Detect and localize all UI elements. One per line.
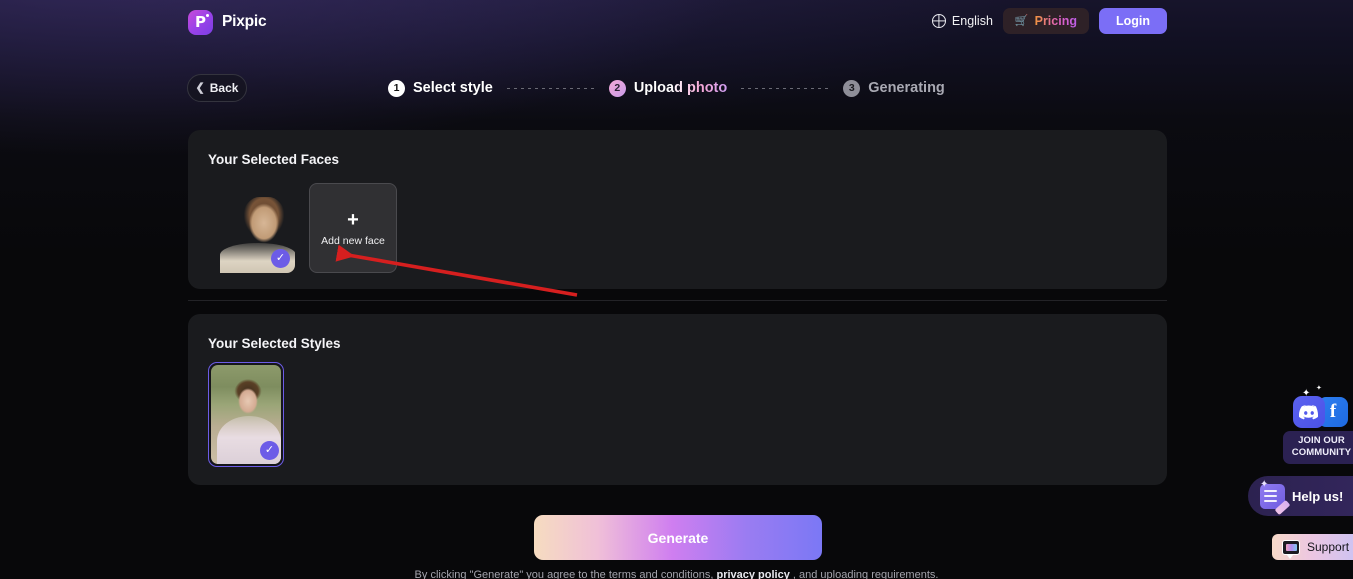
faces-panel-title: Your Selected Faces [208, 152, 340, 167]
step-select-style[interactable]: 1 Select style [388, 79, 493, 97]
support-widget[interactable]: Support [1272, 534, 1353, 560]
language-selector[interactable]: English [931, 14, 993, 28]
globe-icon [931, 14, 946, 28]
check-icon: ✓ [260, 441, 279, 460]
step-connector-2 [741, 87, 830, 89]
header-actions: English 🛒 Pricing Login [931, 8, 1167, 34]
support-label: Support [1307, 540, 1350, 554]
selected-faces-panel: Your Selected Faces ✓ + Add new face [188, 130, 1167, 289]
selected-style-thumbnail[interactable]: ✓ [208, 362, 284, 467]
step-1-label: Select style [413, 80, 493, 96]
chevron-left-icon: ❮ [195, 81, 205, 94]
help-us-label: Help us! [1292, 488, 1344, 504]
disclaimer-suffix: , and uploading requirements. [792, 569, 939, 579]
generate-disclaimer: By clicking "Generate" you agree to the … [0, 569, 1353, 579]
step-2-label: Upload photo [633, 80, 728, 96]
step-2-badge: 2 [608, 79, 626, 97]
selected-face-thumbnail[interactable]: ✓ [208, 183, 295, 273]
step-generating[interactable]: 3 Generating [843, 79, 945, 97]
generate-button[interactable]: Generate [534, 515, 822, 560]
styles-tile-row: ✓ [208, 362, 284, 467]
back-button[interactable]: ❮ Back [187, 74, 247, 102]
login-button[interactable]: Login [1098, 8, 1167, 34]
disclaimer-prefix: By clicking "Generate" you agree to the … [414, 569, 714, 579]
pixpic-logo-icon: P [188, 9, 213, 35]
add-new-face-button[interactable]: + Add new face [309, 183, 397, 273]
community-label-line2: COMMUNITY [1291, 447, 1352, 459]
join-community-widget[interactable]: ✦ ✦ f JOIN OUR COMMUNITY [1280, 385, 1353, 465]
privacy-policy-link[interactable]: privacy policy [716, 569, 789, 579]
step-3-label: Generating [868, 80, 945, 96]
community-label[interactable]: JOIN OUR COMMUNITY [1283, 431, 1353, 465]
pricing-button[interactable]: 🛒 Pricing [1002, 8, 1089, 34]
brand-name: Pixpic [222, 13, 267, 30]
support-chat-icon [1282, 539, 1300, 559]
section-divider [188, 300, 1167, 301]
site-header: P Pixpic English 🛒 Pricing Login [0, 0, 1353, 44]
cart-icon: 🛒 [1014, 14, 1029, 27]
styles-panel-title: Your Selected Styles [208, 336, 341, 351]
check-icon: ✓ [271, 249, 290, 268]
discord-icon[interactable] [1293, 396, 1325, 428]
plus-icon: + [347, 208, 359, 231]
pencil-icon [1274, 499, 1291, 515]
brand-logo-group[interactable]: P Pixpic [188, 9, 267, 35]
step-3-badge: 3 [843, 79, 861, 97]
step-connector-1 [506, 87, 595, 89]
step-upload-photo[interactable]: 2 Upload photo [608, 79, 728, 97]
community-label-line1: JOIN OUR [1298, 435, 1345, 446]
sparkle-icon: ✦ [1316, 385, 1322, 392]
pricing-label: Pricing [1034, 14, 1077, 28]
sparkle-icon: ✦ [1260, 478, 1269, 490]
help-us-widget[interactable]: ✦ Help us! [1248, 476, 1353, 516]
step-navigation: ❮ Back 1 Select style 2 Upload photo 3 G… [0, 74, 1353, 104]
steps-list: 1 Select style 2 Upload photo 3 Generati… [388, 74, 945, 102]
step-1-badge: 1 [388, 79, 405, 97]
language-label: English [951, 14, 993, 28]
community-icons: ✦ ✦ f [1280, 385, 1353, 434]
back-label: Back [209, 81, 239, 95]
survey-pencil-icon: ✦ [1260, 479, 1291, 515]
page-root: P Pixpic English 🛒 Pricing Login ❮ Back … [0, 0, 1353, 579]
faces-tile-row: ✓ + Add new face [208, 183, 397, 273]
add-new-face-label: Add new face [321, 234, 385, 247]
selected-styles-panel: Your Selected Styles ✓ [188, 314, 1167, 485]
